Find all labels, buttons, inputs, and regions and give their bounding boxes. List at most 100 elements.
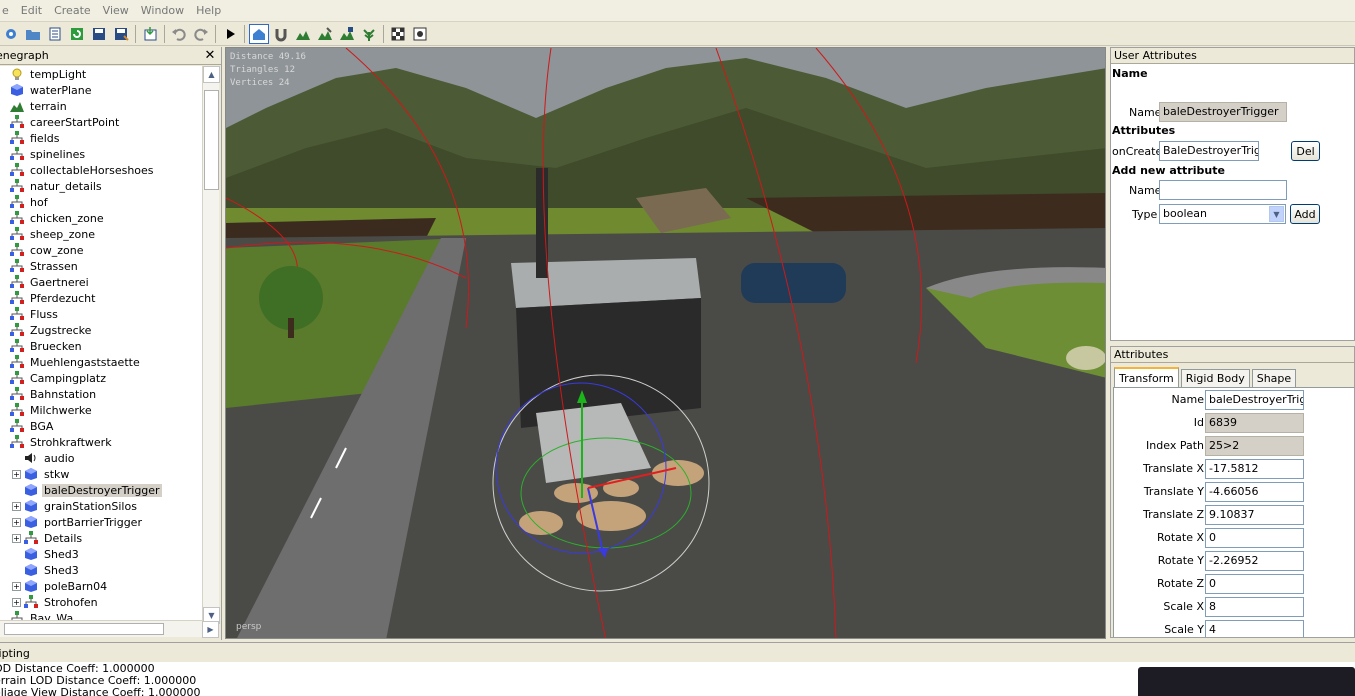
tree-item[interactable]: Milchwerke: [0, 402, 202, 418]
tree-item[interactable]: sheep_zone: [0, 226, 202, 242]
tree-item[interactable]: collectableHorseshoes: [0, 162, 202, 178]
tree-item[interactable]: Muehlengaststaette: [0, 354, 202, 370]
attribute-row: Rotate X0: [1114, 528, 1354, 548]
magnet-icon[interactable]: [271, 24, 291, 44]
menu-view[interactable]: View: [97, 4, 135, 17]
new-scene-icon[interactable]: [1, 24, 21, 44]
tree-item[interactable]: Campingplatz: [0, 370, 202, 386]
home-camera-icon[interactable]: [249, 23, 269, 44]
tree-item[interactable]: + grainStationSilos: [0, 498, 202, 514]
expand-icon[interactable]: +: [12, 581, 21, 591]
tree-item[interactable]: cow_zone: [0, 242, 202, 258]
tree-item[interactable]: Pferdezucht: [0, 290, 202, 306]
expand-icon[interactable]: +: [12, 469, 21, 479]
cube-icon: [24, 467, 38, 481]
save-as-icon[interactable]: [111, 24, 131, 44]
attribute-value-field[interactable]: -2.26952: [1205, 551, 1304, 571]
tree-item-label: Campingplatz: [30, 371, 106, 385]
attribute-value-field[interactable]: 8: [1205, 597, 1304, 617]
attribute-value-field[interactable]: 4: [1205, 620, 1304, 637]
tree-item-label: Shed3: [44, 563, 79, 577]
menu-file[interactable]: e: [0, 4, 15, 17]
checker-icon[interactable]: [388, 24, 408, 44]
tree-item[interactable]: tempLight: [0, 66, 202, 82]
tree-item[interactable]: + portBarrierTrigger: [0, 514, 202, 530]
oncreate-field[interactable]: BaleDestroyerTrigge: [1159, 141, 1259, 161]
scroll-up-icon[interactable]: ▲: [203, 66, 220, 83]
horizontal-scrollbar[interactable]: ▶: [0, 620, 219, 638]
tree-item[interactable]: BGA: [0, 418, 202, 434]
import-icon[interactable]: [140, 24, 160, 44]
tree-item[interactable]: natur_details: [0, 178, 202, 194]
tree-item[interactable]: + Strohofen: [0, 594, 202, 610]
terrain-detail-icon[interactable]: [337, 24, 357, 44]
delete-attribute-button[interactable]: Del: [1291, 141, 1320, 161]
scroll-right-icon[interactable]: ▶: [202, 621, 219, 638]
tree-item-label: Strassen: [30, 259, 78, 273]
tree-item[interactable]: terrain: [0, 98, 202, 114]
chevron-down-icon[interactable]: ▼: [1269, 206, 1284, 222]
tree-item-label: grainStationSilos: [44, 499, 137, 513]
menu-edit[interactable]: Edit: [15, 4, 48, 17]
type-select[interactable]: boolean ▼: [1159, 204, 1286, 224]
tree-item[interactable]: hof: [0, 194, 202, 210]
tree-item[interactable]: Gaertnerei: [0, 274, 202, 290]
tab-shape[interactable]: Shape: [1251, 369, 1297, 387]
expand-icon[interactable]: +: [12, 517, 21, 527]
play-icon[interactable]: [220, 24, 240, 44]
scenegraph-tree[interactable]: tempLight waterPlane terrain careerStartPoi…: [0, 66, 202, 624]
attribute-value-field[interactable]: 0: [1205, 574, 1304, 594]
attribute-value-field[interactable]: 0: [1205, 528, 1304, 548]
menu-create[interactable]: Create: [48, 4, 97, 17]
tree-item[interactable]: + stkw: [0, 466, 202, 482]
tree-item[interactable]: Shed3: [0, 562, 202, 578]
new-attribute-name-input[interactable]: [1159, 180, 1287, 200]
settings-icon[interactable]: [410, 24, 430, 44]
3d-viewport[interactable]: Distance 49.16 Triangles 12 Vertices 24 …: [225, 47, 1106, 639]
scroll-thumb[interactable]: [204, 90, 219, 190]
tree-item[interactable]: + poleBarn04: [0, 578, 202, 594]
toolbar-separator: [383, 24, 384, 43]
terrain-icon[interactable]: [293, 24, 313, 44]
redo-icon[interactable]: [191, 24, 211, 44]
add-attribute-button[interactable]: Add: [1290, 204, 1320, 224]
tree-item[interactable]: + Details: [0, 530, 202, 546]
foliage-icon[interactable]: [359, 24, 379, 44]
tree-item[interactable]: spinelines: [0, 146, 202, 162]
tree-item[interactable]: Strohkraftwerk: [0, 434, 202, 450]
tab-transform[interactable]: Transform: [1114, 367, 1179, 387]
expand-icon[interactable]: +: [12, 533, 21, 543]
tree-item[interactable]: audio: [0, 450, 202, 466]
attribute-value-field[interactable]: 9.10837: [1205, 505, 1304, 525]
undo-icon[interactable]: [169, 24, 189, 44]
tree-item[interactable]: Shed3: [0, 546, 202, 562]
menu-window[interactable]: Window: [135, 4, 190, 17]
expand-icon[interactable]: +: [12, 597, 21, 607]
attribute-value-field[interactable]: baleDestroyerTrigge: [1205, 390, 1304, 410]
panel-title: User Attributes: [1111, 48, 1354, 64]
close-icon[interactable]: ✕: [203, 48, 217, 63]
attribute-value-field[interactable]: -4.66056: [1205, 482, 1304, 502]
refresh-icon[interactable]: [67, 24, 87, 44]
tree-item[interactable]: baleDestroyerTrigger: [0, 482, 202, 498]
tree-item[interactable]: Bahnstation: [0, 386, 202, 402]
tree-item[interactable]: Fluss: [0, 306, 202, 322]
expand-icon[interactable]: +: [12, 501, 21, 511]
list-icon[interactable]: [45, 24, 65, 44]
tab-rigid-body[interactable]: Rigid Body: [1180, 369, 1250, 387]
attribute-value-field[interactable]: -17.5812: [1205, 459, 1304, 479]
script-input-area[interactable]: [1138, 667, 1355, 696]
save-icon[interactable]: [89, 24, 109, 44]
tree-item[interactable]: chicken_zone: [0, 210, 202, 226]
terrain-paint-icon[interactable]: [315, 24, 335, 44]
vertical-scrollbar[interactable]: ▲ ▼: [202, 66, 220, 624]
tree-item[interactable]: waterPlane: [0, 82, 202, 98]
scroll-thumb[interactable]: [4, 623, 164, 635]
tree-item[interactable]: Strassen: [0, 258, 202, 274]
menu-help[interactable]: Help: [190, 4, 227, 17]
tree-item[interactable]: careerStartPoint: [0, 114, 202, 130]
open-icon[interactable]: [23, 24, 43, 44]
tree-item[interactable]: Zugstrecke: [0, 322, 202, 338]
tree-item[interactable]: fields: [0, 130, 202, 146]
tree-item[interactable]: Bruecken: [0, 338, 202, 354]
